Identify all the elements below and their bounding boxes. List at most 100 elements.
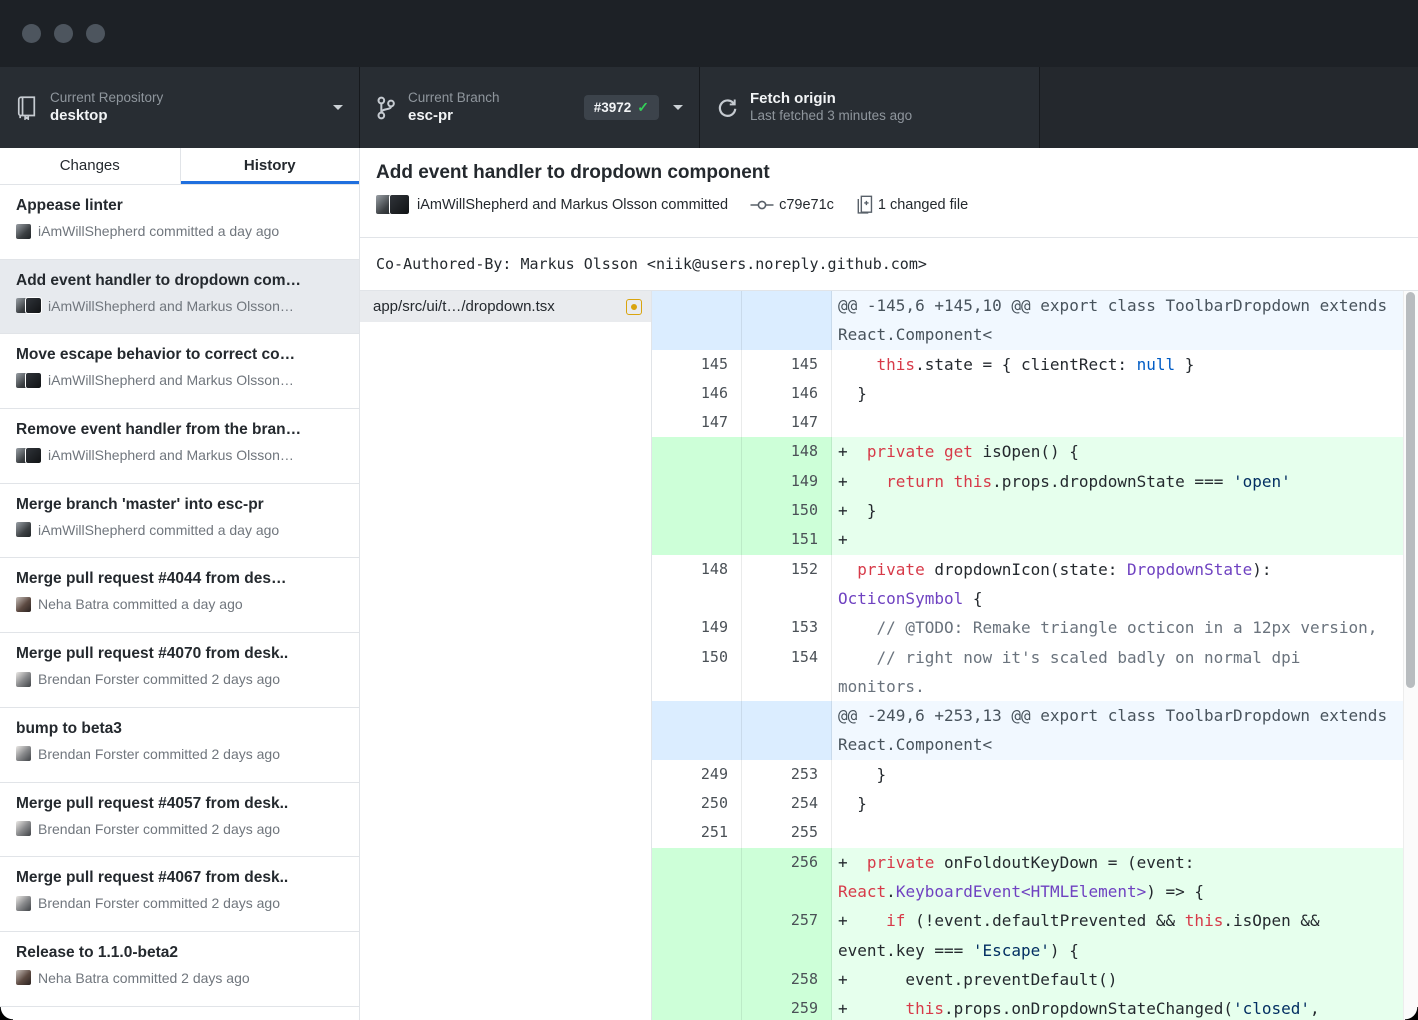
window-titlebar <box>0 0 1418 67</box>
diff-row: 150154 // right now it's scaled badly on… <box>652 643 1403 702</box>
diff-code-text: + } <box>838 496 1387 525</box>
code-token: // right now it's scaled badly on normal… <box>838 648 1310 696</box>
code-token: ) { <box>1050 941 1079 960</box>
diff-code-text: } <box>838 760 1387 789</box>
diff-code-text: + private get isOpen() { <box>838 437 1387 466</box>
commit-item-title: Merge pull request #4044 from des… <box>16 570 343 588</box>
diff-code-text: private dropdownIcon(state: DropdownStat… <box>838 555 1387 614</box>
diff-row: @@ -249,6 +253,13 @@ export class Toolba… <box>652 701 1403 760</box>
pull-request-number: #3972 <box>594 100 632 115</box>
diff-new-line-number: 254 <box>742 789 832 818</box>
window-minimize-button[interactable] <box>54 24 73 43</box>
diff-code-text: + return this.props.dropdownState === 'o… <box>838 467 1387 496</box>
code-token <box>838 560 857 579</box>
commit-list-item[interactable]: Merge pull request #4070 from desk..Bren… <box>0 633 359 708</box>
diff-old-line-number <box>652 291 742 350</box>
code-token: + <box>838 853 867 872</box>
scrollbar-track[interactable] <box>1403 291 1418 1020</box>
diff-code-line: + if (!event.defaultPrevented && this.is… <box>832 906 1403 965</box>
diff-new-line-number: 259 <box>742 994 832 1020</box>
diff-code-line: // @TODO: Remake triangle octicon in a 1… <box>832 613 1403 642</box>
code-token: + } <box>838 501 877 520</box>
diff-new-line-number: 148 <box>742 437 832 466</box>
code-token: + <box>838 911 886 930</box>
code-token: .state = { clientRect: <box>915 355 1137 374</box>
tab-changes[interactable]: Changes <box>0 148 180 184</box>
diff-code-line <box>832 408 1403 437</box>
window-zoom-button[interactable] <box>86 24 105 43</box>
commit-list-item[interactable]: Remove event handler from the bran…iAmWi… <box>0 409 359 484</box>
code-token: + event.preventDefault() <box>838 970 1117 989</box>
diff-new-line-number: 255 <box>742 818 832 847</box>
changed-file-item[interactable]: app/src/ui/t…/dropdown.tsx <box>360 291 651 322</box>
repository-dropdown-button[interactable]: Current Repository desktop <box>0 67 360 148</box>
commit-item-title: Add event handler to dropdown com… <box>16 272 343 290</box>
diff-code-line: } <box>832 379 1403 408</box>
diff-new-line-number: 256 <box>742 848 832 907</box>
code-token: + <box>838 530 848 549</box>
avatar-group <box>16 597 31 612</box>
scrollbar-thumb[interactable] <box>1406 292 1415 688</box>
git-branch-icon <box>376 95 396 121</box>
diff-old-line-number: 146 <box>652 379 742 408</box>
commit-item-title: Release to 1.1.0-beta2 <box>16 944 343 962</box>
window-close-button[interactable] <box>22 24 41 43</box>
branch-name: esc-pr <box>408 107 500 126</box>
commit-list-item[interactable]: Appease linteriAmWillShepherd committed … <box>0 185 359 260</box>
diff-row: 147147 <box>652 408 1403 437</box>
pull-request-badge: #3972 ✓ <box>584 95 659 120</box>
code-token: } <box>838 794 867 813</box>
commit-list-item[interactable]: Merge pull request #4057 from desk..Bren… <box>0 783 359 858</box>
code-token: null <box>1137 355 1176 374</box>
tab-history[interactable]: History <box>180 148 360 184</box>
file-diff-icon <box>856 195 873 214</box>
diff-old-line-number <box>652 525 742 554</box>
commit-list-item[interactable]: Merge branch 'master' into esc-priAmWill… <box>0 484 359 559</box>
code-token: return <box>886 472 944 491</box>
code-token: . <box>886 882 896 901</box>
commit-list-item[interactable]: Merge pull request #4067 from desk..Bren… <box>0 857 359 932</box>
commit-item-byline: Brendan Forster committed 2 days ago <box>16 895 343 911</box>
file-modified-icon <box>626 299 642 315</box>
avatar <box>16 224 31 239</box>
diff-old-line-number <box>652 848 742 907</box>
commit-description: Co-Authored-By: Markus Olsson <niik@user… <box>360 238 1418 291</box>
code-token: DropdownState <box>1127 560 1252 579</box>
commit-list-item[interactable]: Merge pull request #4073 from desk.. <box>0 1007 359 1020</box>
changed-files-panel: app/src/ui/t…/dropdown.tsx <box>360 291 652 1020</box>
commit-item-byline-text: Brendan Forster committed 2 days ago <box>38 895 280 911</box>
diff-code-line: + <box>832 525 1403 554</box>
app-toolbar: Current Repository desktop Current Branc… <box>0 67 1418 148</box>
branch-dropdown-button[interactable]: Current Branch esc-pr #3972 ✓ <box>360 67 700 148</box>
commit-list-item[interactable]: bump to beta3Brendan Forster committed 2… <box>0 708 359 783</box>
diff-row: 259+ this.props.onDropdownStateChanged('… <box>652 994 1403 1020</box>
main-panel: Add event handler to dropdown component … <box>360 148 1418 1020</box>
code-token: this <box>877 355 916 374</box>
fetch-subtitle: Last fetched 3 minutes ago <box>750 108 912 125</box>
avatar <box>16 970 31 985</box>
commit-list-item[interactable]: Move escape behavior to correct co…iAmWi… <box>0 334 359 409</box>
commit-list-item[interactable]: Release to 1.1.0-beta2Neha Batra committ… <box>0 932 359 1007</box>
window-corner <box>1405 1007 1418 1020</box>
commit-item-byline-text: iAmWillShepherd committed a day ago <box>38 522 279 538</box>
diff-old-line-number <box>652 496 742 525</box>
code-token: onFoldoutKeyDown = (event: <box>934 853 1204 872</box>
avatar <box>26 298 41 313</box>
avatar <box>16 672 31 687</box>
diff-row: 146146 } <box>652 379 1403 408</box>
diff-new-line-number: 258 <box>742 965 832 994</box>
fetch-origin-button[interactable]: Fetch origin Last fetched 3 minutes ago <box>700 67 1040 148</box>
commit-list-item[interactable]: Merge pull request #4044 from des… Neha B… <box>0 558 359 633</box>
avatar-group <box>16 672 31 687</box>
commit-item-title: Move escape behavior to correct co… <box>16 346 343 364</box>
diff-row: 256+ private onFoldoutKeyDown = (event: … <box>652 848 1403 907</box>
diff-code-line: + private onFoldoutKeyDown = (event: Rea… <box>832 848 1403 907</box>
diff-row: 148152 private dropdownIcon(state: Dropd… <box>652 555 1403 614</box>
commit-item-byline-text: Brendan Forster committed 2 days ago <box>38 821 280 837</box>
commit-item-byline-text: Brendan Forster committed 2 days ago <box>38 671 280 687</box>
commit-item-byline-text: Neha Batra committed a day ago <box>38 596 243 612</box>
diff-old-line-number <box>652 437 742 466</box>
commit-authors: iAmWillShepherd and Markus Olsson commit… <box>417 197 728 213</box>
code-token: private <box>867 853 934 872</box>
commit-list-item[interactable]: Add event handler to dropdown com…iAmWil… <box>0 260 359 335</box>
